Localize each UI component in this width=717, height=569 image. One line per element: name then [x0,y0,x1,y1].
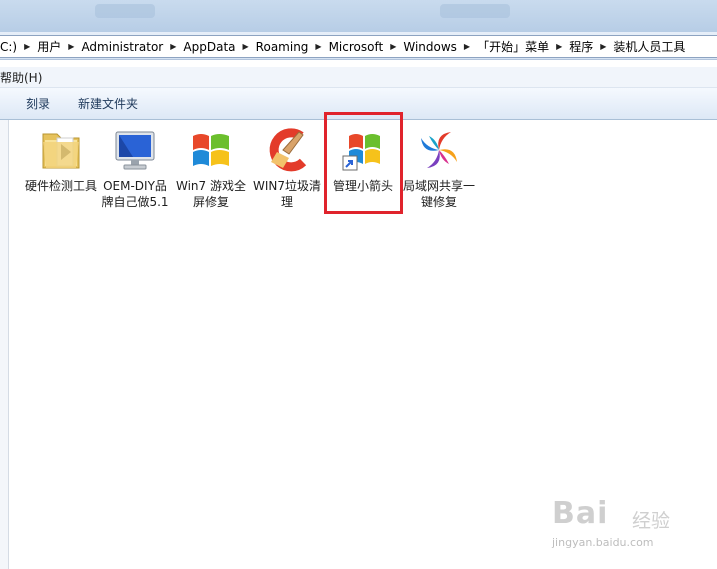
file-item-win7-game-fix[interactable]: Win7 游戏全屏修复 [175,126,247,210]
window-titlebar [0,0,717,32]
blurred-title-segment [95,4,155,18]
breadcrumb-item[interactable]: Administrator ▶ [74,40,176,54]
breadcrumb-item[interactable]: 「开始」菜单 ▶ [470,38,562,55]
breadcrumb-item[interactable]: 用户 ▶ [30,38,74,55]
file-item-label: 局域网共享一键修复 [403,179,476,209]
watermark-brand: Bai [552,496,609,531]
menu-help[interactable]: 帮助(H) [0,69,42,86]
watermark-url: jingyan.baidu.com [552,536,654,549]
folder-icon [42,133,80,169]
highlight-box [324,112,403,214]
breadcrumb-item[interactable]: Windows ▶ [396,40,470,54]
menu-bar: 帮助(H) [0,67,717,88]
file-item-label: Win7 游戏全屏修复 [176,179,246,209]
navigation-pane[interactable] [0,120,9,569]
baidu-watermark: Bai 经验 jingyan.baidu.com [548,496,688,556]
windows-flag-icon [193,134,229,166]
address-bar: C:) ▶ 用户 ▶ Administrator ▶ AppData ▶ Roaming… [0,32,717,60]
watermark-brand-cn: 经验 [632,510,671,532]
breadcrumb[interactable]: C:) ▶ 用户 ▶ Administrator ▶ AppData ▶ Roaming… [0,35,717,58]
file-item-win7-cleaner[interactable]: WIN7垃圾清理 [251,126,323,210]
monitor-icon [115,131,155,170]
ccleaner-icon [269,128,307,172]
breadcrumb-item[interactable]: Roaming ▶ [249,40,322,54]
breadcrumb-item[interactable]: 装机人员工具 [606,38,692,55]
new-folder-button[interactable]: 新建文件夹 [70,92,146,115]
blurred-title-segment [440,4,510,18]
breadcrumb-item[interactable]: AppData ▶ [176,40,248,54]
breadcrumb-item[interactable]: 程序 ▶ [562,38,606,55]
file-item-hardware-tools[interactable]: 硬件检测工具 [25,126,97,194]
burn-button[interactable]: 刻录 [18,92,58,115]
file-item-lan-share-fix[interactable]: 局域网共享一键修复 [403,126,475,210]
file-item-label: WIN7垃圾清理 [252,179,322,209]
file-item-oem-diy[interactable]: OEM-DIY品牌自己做5.1 [99,126,171,210]
breadcrumb-item[interactable]: Microsoft ▶ [322,40,397,54]
file-item-label: OEM-DIY品牌自己做5.1 [101,179,169,209]
share-swirl-icon [421,132,457,168]
file-item-label: 硬件检测工具 [25,179,98,193]
breadcrumb-item[interactable]: C:) ▶ [0,40,30,54]
